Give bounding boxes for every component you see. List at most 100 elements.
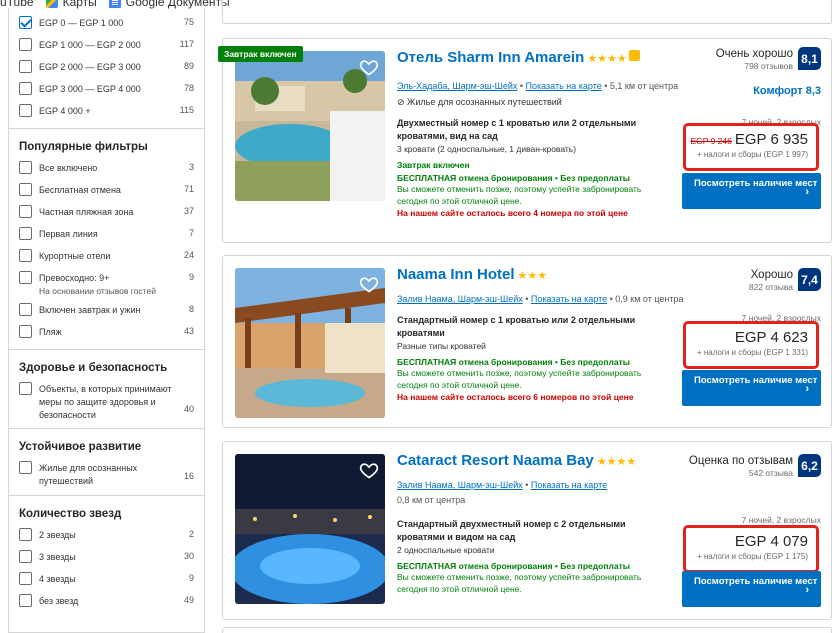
review-block[interactable]: Оценка по отзывам 542 отзыва 6,2 (689, 454, 821, 478)
stars-filter-group: Количество звезд 2 звезды 2 3 звезды 30 4 … (9, 496, 204, 614)
price: EGP 6 935 (734, 131, 808, 148)
checkbox[interactable] (19, 528, 32, 541)
filter-count: 3 (188, 162, 194, 172)
filter-option[interactable]: Бесплатная отмена 71 (19, 181, 194, 203)
filter-option[interactable]: EGP 3 000 — EGP 4 000 78 (19, 80, 194, 102)
show-on-map-link[interactable]: Показать на карте (526, 81, 602, 91)
filter-label: Жилье для осознанных путешествий (39, 463, 138, 486)
filter-option[interactable]: Курортные отели 24 (19, 247, 194, 269)
see-availability-button[interactable]: Посмотреть наличие мест › (682, 571, 821, 607)
checkbox[interactable] (19, 271, 32, 284)
sustain-label: Жилье для осознанных путешествий (407, 97, 562, 107)
area-link[interactable]: Эль-Хадаба, Шарм-эш-Шейх (397, 81, 517, 91)
review-score: 7,4 (798, 268, 821, 291)
checkbox[interactable] (19, 461, 32, 474)
filter-option[interactable]: Объекты, в которых принимают меры по защ… (19, 380, 194, 422)
filter-option[interactable]: Частная пляжная зона 37 (19, 203, 194, 225)
filter-option[interactable]: 4 звезды 9 (19, 570, 194, 592)
free-cancel: БЕСПЛАТНАЯ отмена бронирования • Без пре… (397, 561, 631, 571)
hotel-name[interactable]: Cataract Resort Naama Bay (397, 452, 594, 469)
filter-option[interactable]: Жилье для осознанных путешествий 16 (19, 459, 194, 489)
hotel-name-link[interactable]: Naama Inn Hotel ★★★ (397, 266, 547, 283)
review-block[interactable]: Хорошо 822 отзыва 7,4 (749, 268, 821, 292)
checkbox[interactable] (19, 572, 32, 585)
filter-label: Первая линия (39, 229, 98, 239)
filter-count: 2 (188, 529, 194, 539)
review-block[interactable]: Очень хорошо 798 отзывов 8,1 (716, 47, 821, 71)
filter-option[interactable]: EGP 2 000 — EGP 3 000 89 (19, 58, 194, 80)
heart-icon[interactable] (359, 57, 379, 77)
previous-card-bottom (222, 0, 832, 24)
location-line: Залив Наама, Шарм-эш-Шейх • Показать на … (397, 294, 684, 304)
distance-line: 0,8 км от центра (397, 495, 465, 505)
filter-option[interactable]: 3 звезды 30 (19, 548, 194, 570)
filter-label: 2 звезды (39, 530, 76, 540)
review-word: Хорошо (750, 269, 793, 281)
filter-group-title: Популярные фильтры (19, 141, 148, 153)
hotel-name[interactable]: Naama Inn Hotel (397, 266, 515, 283)
review-word: Очень хорошо (715, 48, 793, 60)
filter-option[interactable]: EGP 1 000 — EGP 2 000 117 (19, 36, 194, 58)
filter-count: 117 (179, 39, 194, 49)
leaf-icon: ⊘ (397, 97, 408, 107)
location-line: Эль-Хадаба, Шарм-эш-Шейх • Показать на к… (397, 81, 679, 91)
filter-option[interactable]: без звезд 49 (19, 592, 194, 614)
checkbox[interactable] (19, 104, 32, 117)
health-filter-group: Здоровье и безопасность Объекты, в котор… (9, 350, 204, 429)
filter-label: Включен завтрак и ужин (39, 305, 141, 315)
filter-count: 9 (188, 272, 194, 282)
room-title: Стандартный номер с 1 кроватью или 2 отд… (397, 315, 636, 338)
checkbox[interactable] (19, 550, 32, 563)
hotel-name-link[interactable]: Отель Sharm Inn Amarein ★★★★ (397, 49, 640, 66)
area-link[interactable]: Залив Наама, Шарм-эш-Шейх (397, 480, 523, 490)
filter-label: Курортные отели (39, 251, 111, 261)
filter-label: 4 звезды (39, 574, 76, 584)
star-rating: ★★★★ (587, 53, 627, 65)
chevron-right-icon: › (805, 383, 809, 395)
show-on-map-link[interactable]: Показать на карте (531, 294, 607, 304)
show-on-map-link[interactable]: Показать на карте (531, 480, 607, 490)
checkbox[interactable] (19, 205, 32, 218)
checkbox[interactable] (19, 161, 32, 174)
checkbox[interactable] (19, 82, 32, 95)
distance-text: 0,8 км от центра (397, 495, 466, 505)
filter-option[interactable]: EGP 0 — EGP 1 000 75 (19, 14, 194, 36)
checkbox[interactable] (19, 227, 32, 240)
checkbox[interactable] (19, 16, 32, 29)
hotel-photo[interactable] (235, 51, 385, 201)
checkbox[interactable] (19, 594, 32, 607)
checkbox[interactable] (19, 183, 32, 196)
hotel-photo[interactable] (235, 268, 385, 418)
filter-option[interactable]: Пляж 43 (19, 323, 194, 345)
free-cancel: БЕСПЛАТНАЯ отмена бронирования • Без пре… (397, 173, 631, 183)
filter-option[interactable]: Все включено 3 (19, 159, 194, 181)
budget-filter-group: EGP 0 — EGP 1 000 75 EGP 1 000 — EGP 2 00… (9, 8, 204, 129)
filter-option[interactable]: Превосходно: 9+ На основании отзывов гост… (19, 269, 194, 301)
hotel-photo[interactable] (235, 454, 385, 604)
checkbox[interactable] (19, 303, 32, 316)
hotel-name[interactable]: Отель Sharm Inn Amarein (397, 49, 584, 66)
filter-option[interactable]: 2 звезды 2 (19, 526, 194, 548)
see-availability-button[interactable]: Посмотреть наличие мест › (682, 173, 821, 209)
filter-label: Частная пляжная зона (39, 207, 134, 217)
checkbox[interactable] (19, 382, 32, 395)
sustain-badge: ⊘ Жилье для осознанных путешествий (397, 97, 562, 108)
heart-icon[interactable] (359, 460, 379, 480)
filter-option[interactable]: Первая линия 7 (19, 225, 194, 247)
hotel-name-link[interactable]: Cataract Resort Naama Bay ★★★★ (397, 452, 636, 469)
review-score: 6,2 (798, 454, 821, 477)
checkbox[interactable] (19, 325, 32, 338)
filter-count: 24 (183, 250, 194, 260)
checkbox[interactable] (19, 38, 32, 51)
thumbs-up-icon (628, 50, 640, 61)
area-link[interactable]: Залив Наама, Шарм-эш-Шейх (397, 294, 523, 304)
checkbox[interactable] (19, 249, 32, 262)
heart-icon[interactable] (359, 274, 379, 294)
filter-count: 115 (179, 105, 194, 115)
see-availability-button[interactable]: Посмотреть наличие мест › (682, 370, 821, 406)
location-line: Залив Наама, Шарм-эш-Шейх • Показать на … (397, 480, 608, 490)
checkbox[interactable] (19, 60, 32, 73)
filter-option[interactable]: Включен завтрак и ужин 8 (19, 301, 194, 323)
popular-filter-group: Популярные фильтры Все включено 3 Бесплат… (9, 129, 204, 350)
filter-option[interactable]: EGP 4 000 + 115 (19, 102, 194, 124)
